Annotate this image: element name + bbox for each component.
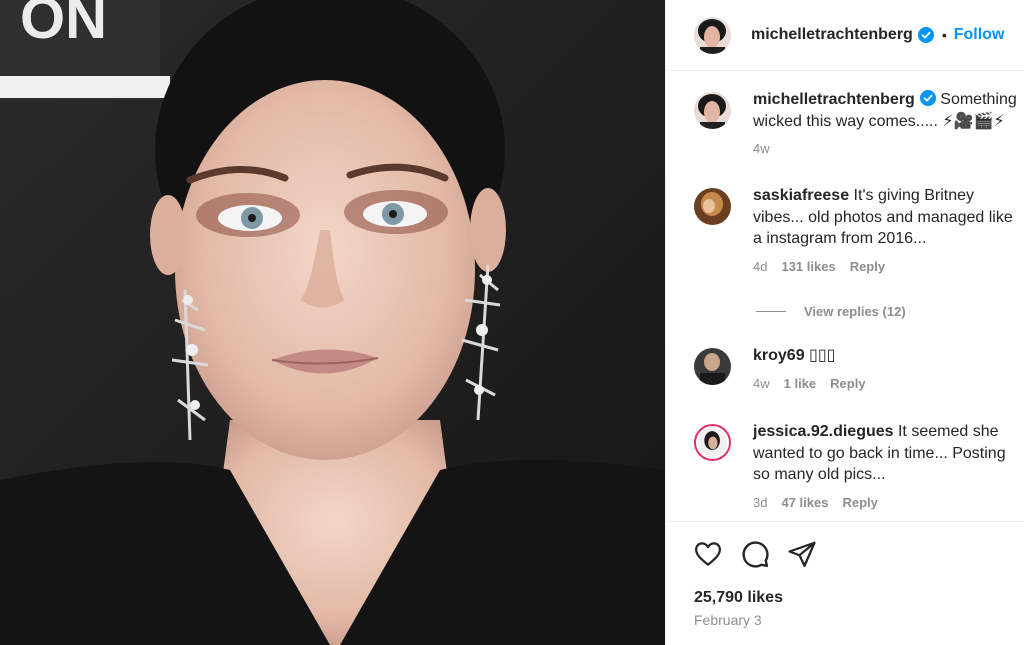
caption-avatar[interactable] (694, 92, 731, 129)
follow-button[interactable]: Follow (954, 26, 1005, 44)
comment-likes[interactable]: 47 likes (781, 492, 828, 514)
author-username[interactable]: michelletrachtenberg (751, 26, 913, 44)
reply-button[interactable]: Reply (830, 373, 865, 395)
comment-time[interactable]: 3d (753, 492, 767, 514)
commenter-avatar[interactable] (694, 348, 731, 385)
replies-divider (756, 311, 786, 312)
post-header: michelletrachtenberg • Follow (666, 0, 1024, 71)
comment-likes[interactable]: 131 likes (781, 256, 835, 278)
post-actions: 25,790 likes February 3 (666, 521, 1024, 645)
comment-username[interactable]: jessica.92.diegues (753, 423, 894, 440)
likes-count[interactable]: 25,790 likes (694, 589, 783, 607)
verified-badge-icon (917, 27, 934, 43)
comment-text: ▯▯▯ (809, 347, 836, 364)
post-date[interactable]: February 3 (694, 612, 762, 628)
post-panel: michelletrachtenberg • Follow michelletr… (665, 0, 1024, 645)
comment-username[interactable]: kroy69 (753, 347, 805, 364)
share-icon[interactable] (787, 539, 817, 569)
comment-icon[interactable] (740, 539, 770, 569)
comments-list[interactable]: michelletrachtenberg Something wicked th… (666, 72, 1024, 522)
comment-username[interactable]: saskiafreese (753, 187, 849, 204)
caption-time[interactable]: 4w (753, 138, 770, 160)
view-replies-button[interactable]: View replies (12) (756, 304, 906, 319)
comment-time[interactable]: 4w (753, 373, 770, 395)
view-replies-label: View replies (12) (804, 304, 906, 319)
reply-button[interactable]: Reply (850, 256, 885, 278)
author-avatar[interactable] (694, 16, 731, 54)
svg-text:ON: ON (20, 0, 107, 51)
caption-username[interactable]: michelletrachtenberg (753, 91, 915, 108)
commenter-avatar-story[interactable] (694, 424, 731, 461)
reply-button[interactable]: Reply (842, 492, 877, 514)
commenter-avatar[interactable] (694, 188, 731, 225)
post-photo[interactable]: ON (0, 0, 665, 645)
header-separator: • (941, 27, 947, 43)
comment-time[interactable]: 4d (753, 256, 767, 278)
heart-icon[interactable] (693, 539, 723, 569)
verified-badge-icon (919, 90, 936, 106)
portrait-photo: ON (0, 0, 665, 645)
comment-likes[interactable]: 1 like (784, 373, 817, 395)
